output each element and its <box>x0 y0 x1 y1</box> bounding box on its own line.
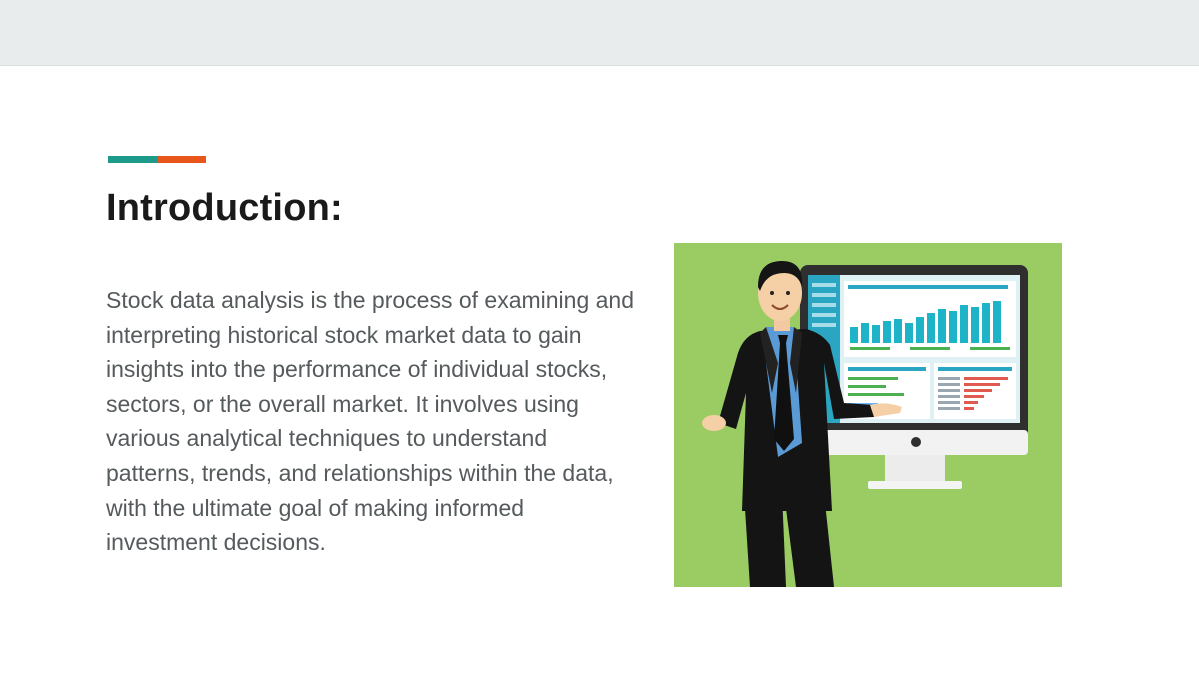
accent-orange-segment <box>158 156 206 163</box>
illustration-svg <box>674 243 1062 587</box>
header-bar <box>0 0 1199 66</box>
title-accent-line <box>108 156 206 163</box>
slide-body-text: Stock data analysis is the process of ex… <box>106 287 635 556</box>
businessman-presenting-illustration <box>674 243 1062 587</box>
slide-title: Introduction: <box>106 187 343 229</box>
accent-teal-segment <box>108 156 158 163</box>
